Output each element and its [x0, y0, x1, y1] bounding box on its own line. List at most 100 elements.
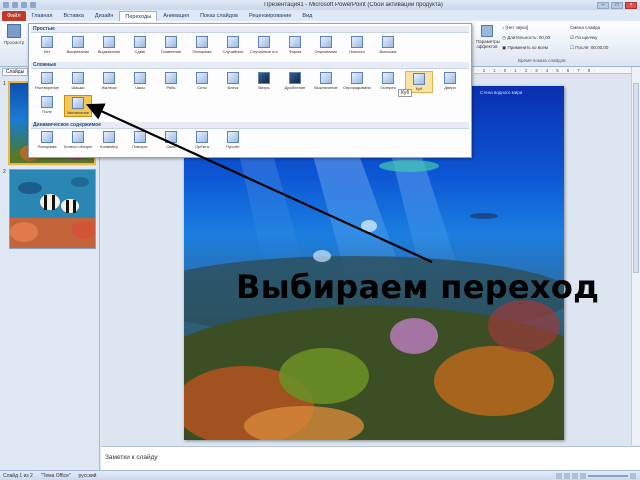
transition-item[interactable]: Шашки: [64, 71, 92, 93]
transition-label: Вихрь: [258, 85, 270, 90]
transition-item[interactable]: Вихрь: [250, 71, 278, 93]
tab-4[interactable]: Переходы: [119, 11, 158, 21]
transition-item[interactable]: Опрокидывание: [343, 71, 371, 93]
transition-item[interactable]: Выключение: [312, 71, 340, 93]
slide-thumbnail-2[interactable]: [9, 169, 96, 249]
tab-3[interactable]: Дизайн: [90, 11, 119, 21]
redo-icon[interactable]: [30, 2, 36, 8]
transition-icon: [227, 36, 239, 48]
transition-item[interactable]: Открывание: [312, 35, 340, 57]
transition-icon: [41, 96, 53, 108]
apply-all-button[interactable]: ▣ Применить ко всем: [502, 45, 548, 51]
reading-view-icon[interactable]: [572, 472, 578, 479]
tab-1[interactable]: Главная: [27, 11, 58, 21]
transition-icon: [413, 73, 425, 85]
transition-item[interactable]: Выдвигание: [95, 35, 123, 57]
effect-options-icon: [481, 25, 493, 37]
transition-icon: [41, 36, 53, 48]
transition-item[interactable]: Орбита: [188, 130, 216, 152]
transition-item[interactable]: Поворот: [126, 130, 154, 152]
tab-8[interactable]: Вид: [297, 11, 317, 21]
transition-label: Нет: [43, 49, 51, 54]
vertical-scrollbar[interactable]: [631, 67, 640, 445]
ruler: · 2 · 1 · 0 · 1 · 2 · 3 · 4 · 5 · 6 · 7 …: [474, 67, 632, 74]
transition-item[interactable]: Растворение: [33, 71, 61, 93]
transition-item[interactable]: Выцветание: [64, 35, 92, 57]
sorter-view-icon[interactable]: [564, 472, 570, 479]
normal-view-icon[interactable]: [556, 472, 562, 479]
tab-slides[interactable]: Слайды: [2, 68, 28, 76]
ribbon-tabs: Файл Главная Вставка Дизайн Переходы Анимация…: [0, 10, 640, 21]
transition-item[interactable]: Блеск: [219, 71, 247, 93]
transition-item[interactable]: Случайные: [219, 35, 247, 57]
transition-label: Появление: [160, 49, 182, 54]
notes-placeholder: Заметки к слайду: [105, 454, 158, 461]
zoom-slider[interactable]: [588, 474, 628, 477]
transition-label: Окно: [166, 144, 176, 149]
transition-icon: [103, 131, 115, 143]
transition-icon: [382, 36, 394, 48]
fit-window-icon[interactable]: [630, 472, 636, 479]
transition-label: Конвейер: [100, 144, 118, 149]
window-controls: – □ ×: [597, 1, 640, 9]
transition-item[interactable]: Случайные полосы: [250, 35, 278, 57]
transition-item[interactable]: Пролёт: [219, 130, 247, 152]
transition-item[interactable]: Рябь: [157, 71, 185, 93]
transition-item[interactable]: Панорама: [188, 35, 216, 57]
tab-2[interactable]: Вставка: [58, 11, 88, 21]
advance-heading: Смена слайда: [570, 25, 601, 30]
transition-item[interactable]: Форма: [281, 35, 309, 57]
transition-icon: [258, 36, 270, 48]
transition-item[interactable]: Конвейер: [95, 130, 123, 152]
tab-0[interactable]: Файл: [2, 11, 26, 21]
theme-name: "Тема Office": [40, 472, 71, 479]
slideshow-icon[interactable]: [580, 472, 586, 479]
transition-item[interactable]: Окно: [157, 130, 185, 152]
undo-icon[interactable]: [21, 2, 27, 8]
transition-icon: [320, 36, 332, 48]
save-icon[interactable]: [12, 2, 18, 8]
tab-6[interactable]: Показ слайдов: [195, 11, 243, 21]
transition-label: Рябь: [166, 85, 176, 90]
transition-item[interactable]: Сдвиг: [126, 35, 154, 57]
transition-item[interactable]: Дробление: [281, 71, 309, 93]
transition-label: Панорама: [37, 144, 57, 149]
transition-item[interactable]: Поле: [33, 95, 61, 117]
language-indicator[interactable]: русский: [79, 473, 97, 479]
transition-icon: [351, 72, 363, 84]
tab-5[interactable]: Анимация: [158, 11, 194, 21]
transition-item[interactable]: Вспышка: [374, 35, 402, 57]
transition-icon: [320, 72, 332, 84]
after-checkbox[interactable]: ☐ После: 00:00,00: [570, 45, 608, 51]
transition-item[interactable]: Увеличение: [64, 95, 92, 117]
transition-label: Поворот: [132, 144, 148, 149]
duration-field[interactable]: ◷ Длительность: 00,00: [502, 35, 550, 41]
transition-item[interactable]: Двери: [436, 71, 464, 93]
title-bar: Презентация1 - Microsoft PowerPoint (Сбо…: [0, 0, 640, 10]
transition-item[interactable]: Появление: [157, 35, 185, 57]
slide-corner-text: Стена водного мира: [480, 90, 523, 95]
transition-item[interactable]: Часы: [126, 71, 154, 93]
gallery-section-title: Простые: [31, 26, 469, 33]
transition-label: Блеск: [227, 85, 239, 90]
maximize-icon[interactable]: □: [611, 1, 623, 9]
notes-pane[interactable]: Заметки к слайду: [101, 446, 640, 470]
transition-item[interactable]: Соты: [188, 71, 216, 93]
preview-button[interactable]: Просмотр: [2, 24, 26, 64]
on-click-checkbox[interactable]: ☑ По щелчку: [570, 35, 597, 41]
scrollbar-thumb[interactable]: [633, 83, 639, 273]
slide-number: 1: [3, 81, 6, 87]
minimize-icon[interactable]: –: [597, 1, 609, 9]
transition-item[interactable]: Жалюзи: [95, 71, 123, 93]
sound-select[interactable]: ♪ [Нет звука]: [502, 25, 528, 30]
transition-icon: [72, 36, 84, 48]
transition-item[interactable]: Панорама: [33, 130, 61, 152]
transition-item[interactable]: Новости: [343, 35, 371, 57]
transition-label: Двери: [444, 85, 456, 90]
transition-icon: [134, 36, 146, 48]
tab-7[interactable]: Рецензирование: [244, 11, 296, 21]
close-icon[interactable]: ×: [625, 1, 637, 9]
transition-item[interactable]: Нет: [33, 35, 61, 57]
transition-item[interactable]: Колесо обозрения: [64, 130, 92, 152]
effect-options-button[interactable]: Параметры эффектов: [476, 25, 500, 55]
